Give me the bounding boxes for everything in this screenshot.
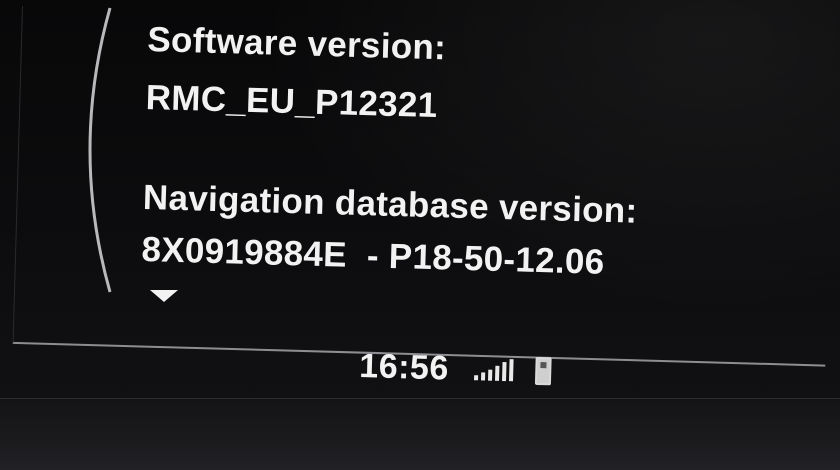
version-info: Software version: RMC_EU_P12321 Navigati… (141, 18, 788, 290)
signal-strength-icon (474, 358, 515, 382)
software-version-value: RMC_EU_P12321 (145, 77, 439, 126)
mmi-screen: Software version: RMC_EU_P12321 Navigati… (0, 0, 840, 470)
nav-database-version-label: Navigation database version: (142, 177, 639, 231)
phone-icon (535, 356, 553, 386)
scroll-down-arrow-icon[interactable] (150, 290, 178, 302)
status-bar: 16:56 (359, 343, 553, 394)
clock: 16:56 (358, 346, 450, 387)
lower-bezel (0, 398, 840, 470)
